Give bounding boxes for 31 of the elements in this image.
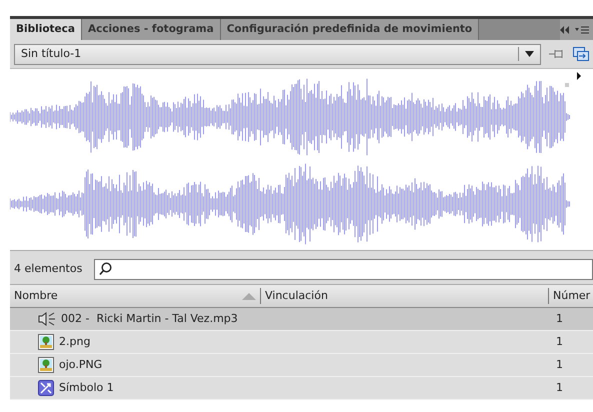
panel-menu-icon[interactable] (575, 26, 589, 34)
caret-icon (525, 51, 534, 57)
use-count: 1 (556, 380, 563, 394)
collapse-icon[interactable] (560, 26, 569, 34)
use-count: 1 (556, 312, 563, 325)
panel-tab[interactable]: Configuración predefinida de movimiento (220, 19, 480, 40)
item-name: 002 - Ricki Martin - Tal Vez.mp3 (61, 310, 238, 327)
document-dropdown[interactable]: Sin título-1 (14, 44, 541, 64)
column-header[interactable]: Nombre (14, 288, 242, 304)
speaker-icon (38, 312, 56, 326)
item-count: 4 elementos (14, 260, 82, 277)
use-count: 1 (556, 358, 563, 371)
image-icon (38, 334, 54, 350)
library-row[interactable]: Símbolo 1 1 (10, 377, 593, 400)
panel-tab[interactable]: Acciones - fotograma (82, 19, 221, 40)
panel-tab[interactable]: Biblioteca (10, 19, 82, 40)
column-header[interactable]: Vinculación (265, 288, 328, 304)
search-icon (99, 262, 112, 276)
symbol-icon (38, 380, 54, 396)
new-library-icon[interactable] (573, 47, 589, 61)
image-icon (38, 357, 54, 373)
item-name: 2.png (59, 334, 90, 350)
use-count: 1 (556, 334, 563, 348)
library-row[interactable]: 2.png 1 (10, 331, 593, 354)
item-name: Símbolo 1 (59, 380, 114, 396)
pin-icon[interactable] (549, 48, 565, 60)
search-field[interactable] (94, 258, 593, 280)
item-name: ojo.PNG (59, 356, 102, 373)
column-header[interactable]: Númer (553, 288, 590, 304)
library-row[interactable]: 002 - Ricki Martin - Tal Vez.mp3 1 (10, 308, 593, 331)
library-row[interactable]: ojo.PNG 1 (10, 354, 593, 377)
